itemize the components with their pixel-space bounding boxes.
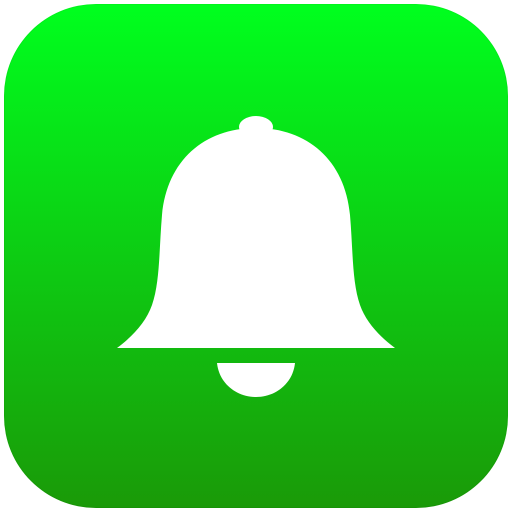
app-icon-canvas xyxy=(0,0,512,512)
bell-icon xyxy=(117,116,395,397)
